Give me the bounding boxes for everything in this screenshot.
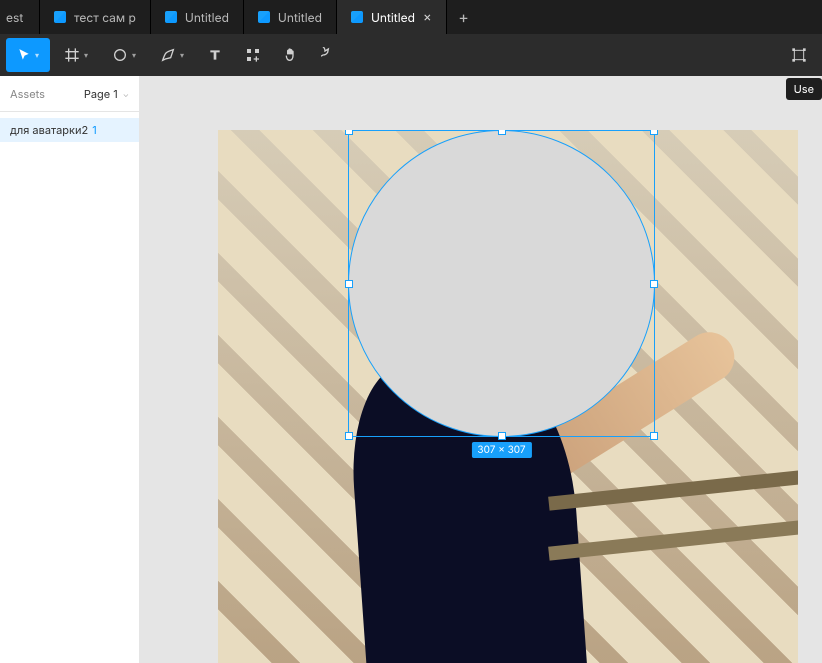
text-icon (207, 47, 223, 63)
tab-label: est (6, 10, 23, 25)
tab-2[interactable]: Untitled (151, 0, 244, 34)
chevron-down-icon: ⌄ (123, 89, 129, 99)
figma-file-icon (351, 11, 363, 23)
figma-file-icon (165, 11, 177, 23)
resize-handle-top-center[interactable] (498, 130, 506, 135)
tab-1[interactable]: тест сам p (40, 0, 151, 34)
selection-box[interactable]: 307 × 307 (348, 130, 655, 437)
toolbar: ▾ ▾ ▾ ▾ Use (0, 34, 822, 76)
layer-list: для аватарки2 1 (0, 112, 139, 142)
figma-file-icon (54, 11, 66, 23)
left-panel: Assets Page 1 ⌄ для аватарки2 1 (0, 76, 140, 663)
figma-file-icon (258, 11, 270, 23)
resize-handle-right-center[interactable] (650, 280, 658, 288)
layer-item[interactable]: для аватарки2 1 (0, 118, 139, 142)
pen-icon (160, 47, 176, 63)
resize-handle-bottom-right[interactable] (650, 432, 658, 440)
comment-icon (321, 47, 337, 63)
chevron-down-icon: ▾ (180, 50, 184, 60)
hand-tool[interactable] (274, 38, 308, 72)
text-tool[interactable] (198, 38, 232, 72)
tab-0[interactable]: est (0, 0, 40, 34)
cursor-icon (17, 48, 31, 62)
panel-tab-assets[interactable]: Assets (10, 87, 45, 101)
chevron-down-icon: ▾ (35, 50, 39, 60)
comment-tool[interactable] (312, 38, 346, 72)
panel-header: Assets Page 1 ⌄ (0, 76, 139, 112)
ellipse-icon (112, 47, 128, 63)
page-selector[interactable]: Page 1 ⌄ (84, 87, 129, 101)
layer-label: для аватарки2 (10, 123, 88, 137)
shape-tool[interactable]: ▾ (102, 38, 146, 72)
chevron-down-icon: ▾ (132, 50, 136, 60)
hand-icon (283, 47, 299, 63)
bounding-box-icon (791, 47, 807, 63)
chevron-down-icon: ▾ (84, 50, 88, 60)
resources-icon (245, 47, 261, 63)
titlebar: est тест сам p Untitled Untitled Untitle… (0, 0, 822, 34)
tab-close-button[interactable]: × (423, 9, 432, 25)
resize-handle-left-center[interactable] (345, 280, 353, 288)
dimension-label: 307 × 307 (471, 442, 531, 458)
resize-handle-bottom-left[interactable] (345, 432, 353, 440)
tab-label: тест сам p (74, 10, 136, 25)
resize-handle-top-left[interactable] (345, 130, 353, 135)
tab-label: Untitled (278, 10, 322, 25)
tooltip: Use (786, 78, 822, 100)
layer-index: 1 (92, 123, 96, 137)
move-tool[interactable]: ▾ (6, 38, 50, 72)
new-tab-button[interactable]: + (447, 0, 481, 34)
tab-label: Untitled (185, 10, 229, 25)
tab-label: Untitled (371, 10, 415, 25)
page-label: Page 1 (84, 87, 118, 101)
artboard-image[interactable]: 307 × 307 (218, 130, 798, 663)
canvas[interactable]: 307 × 307 (140, 76, 822, 663)
tab-3[interactable]: Untitled (244, 0, 337, 34)
resize-handle-top-right[interactable] (650, 130, 658, 135)
plus-icon: + (458, 7, 469, 27)
tab-4-active[interactable]: Untitled × (337, 0, 447, 34)
resources-tool[interactable] (236, 38, 270, 72)
frame-tool[interactable]: ▾ (54, 38, 98, 72)
main-area: Assets Page 1 ⌄ для аватарки2 1 (0, 76, 822, 663)
resize-handle-bottom-center[interactable] (498, 432, 506, 440)
use-tool[interactable] (782, 38, 816, 72)
tooltip-text: Use (794, 82, 814, 96)
pen-tool[interactable]: ▾ (150, 38, 194, 72)
frame-icon (64, 47, 80, 63)
